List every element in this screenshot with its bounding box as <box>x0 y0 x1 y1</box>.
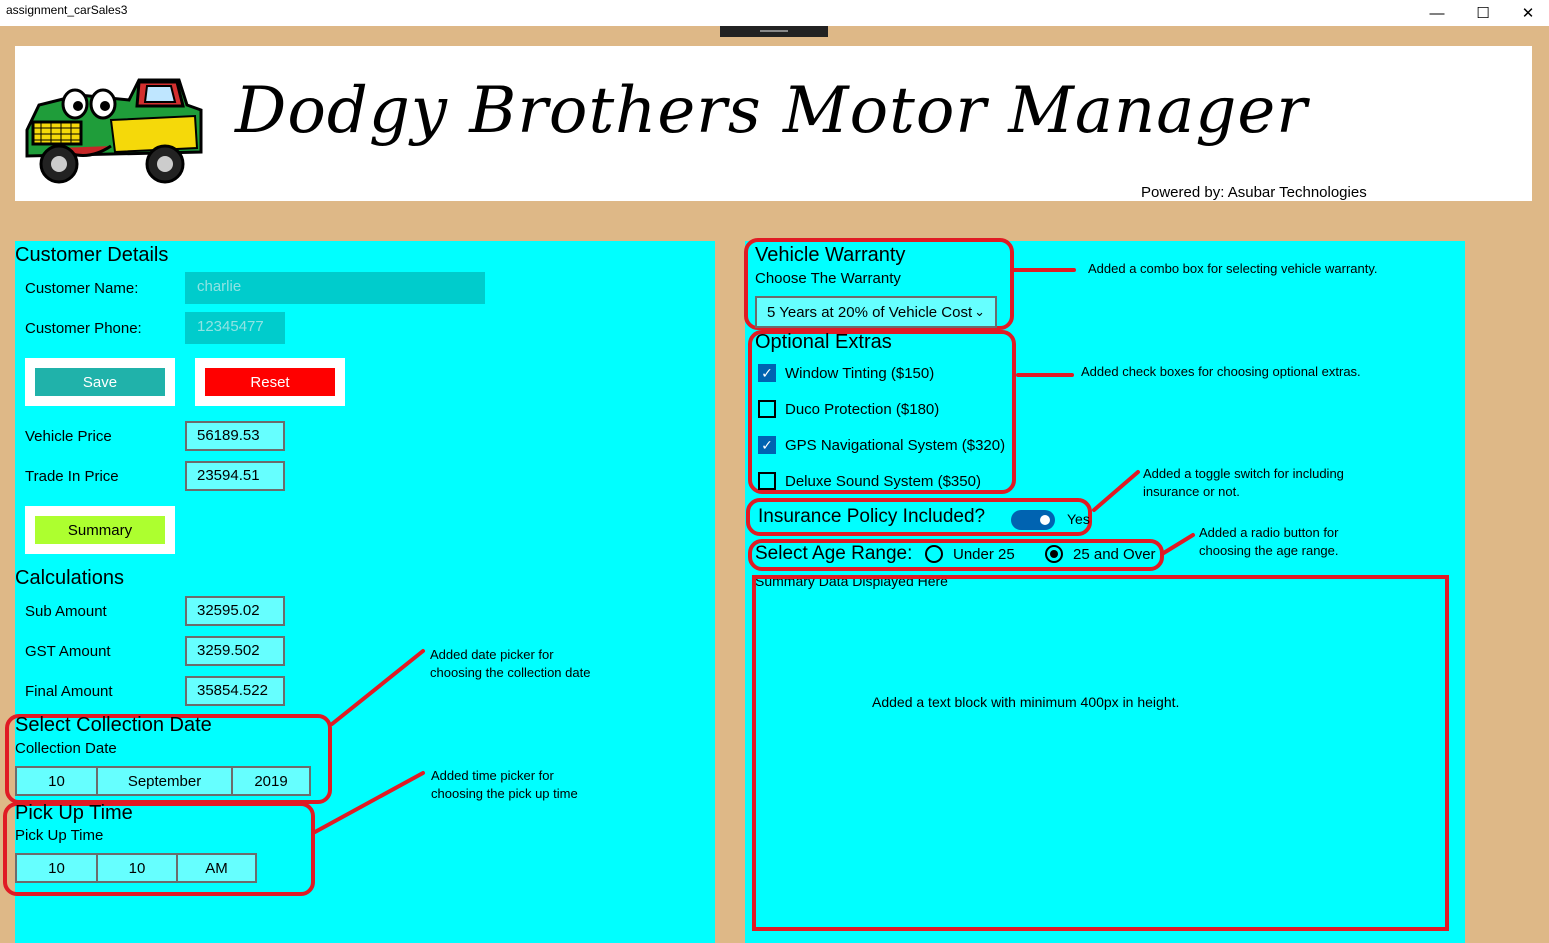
annotation-radio-2: choosing the age range. <box>1199 543 1339 558</box>
annotation-date-2: choosing the collection date <box>430 665 591 680</box>
annotation-radio-1: Added a radio button for <box>1199 525 1339 540</box>
minimize-icon[interactable]: — <box>1414 0 1460 26</box>
close-icon[interactable]: ✕ <box>1505 0 1549 26</box>
annotation-toggle-2: insurance or not. <box>1143 484 1240 499</box>
annotation-warranty: Added a combo box for selecting vehicle … <box>1088 261 1378 276</box>
annotation-date-1: Added date picker for <box>430 647 554 662</box>
annotation-lines <box>313 268 1195 834</box>
annotation-time-1: Added time picker for <box>431 768 554 783</box>
annotation-time-2: choosing the pick up time <box>431 786 578 801</box>
annotation-toggle-1: Added a toggle switch for including <box>1143 466 1344 481</box>
window-title: assignment_carSales3 <box>6 3 128 17</box>
maximize-icon[interactable]: ☐ <box>1460 0 1506 26</box>
app-area: Dodgy Brothers Motor Manager Powered by:… <box>0 26 1549 943</box>
window-title-bar: assignment_carSales3 — ☐ ✕ <box>0 0 1549 26</box>
annotation-extras: Added check boxes for choosing optional … <box>1081 364 1361 379</box>
